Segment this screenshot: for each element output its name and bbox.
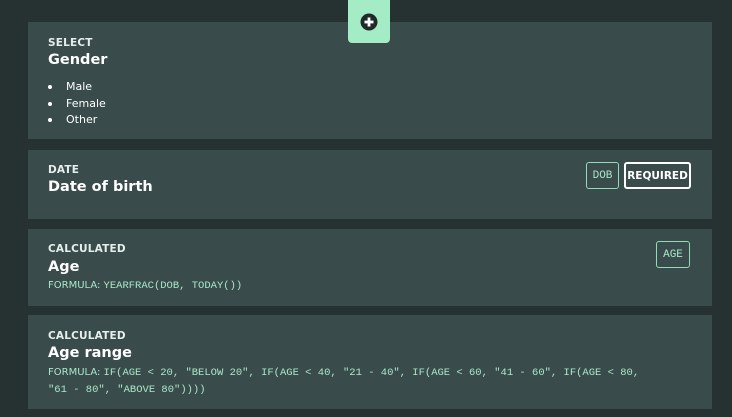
field-card-age-range[interactable]: CALCULATED Age range FORMULA: IF(AGE < 2… (28, 315, 712, 409)
formula-continuation: "61 - 80", "ABOVE 80")))) (48, 381, 206, 399)
option-label: Female (66, 96, 106, 110)
add-field-button[interactable] (348, 0, 390, 43)
field-card-age[interactable]: CALCULATED Age FORMULA: YEARFRAC(DOB, TO… (28, 229, 712, 306)
field-type-label: CALCULATED (48, 330, 126, 342)
formula-prefix: FORMULA: (48, 367, 101, 378)
field-title: Age range (48, 345, 132, 361)
plus-circle-icon (360, 13, 378, 30)
formula: FORMULA: IF(AGE < 20, "BELOW 20", IF(AGE… (48, 364, 639, 382)
formula: FORMULA: YEARFRAC(DOB, TODAY()) (48, 277, 242, 295)
list-item: Male (48, 79, 106, 96)
field-type-label: CALCULATED (48, 243, 126, 255)
field-title: Gender (48, 52, 108, 68)
bullet-icon (48, 85, 52, 90)
list-item: Female (48, 96, 106, 113)
formula-code: "61 - 80", "ABOVE 80")))) (48, 384, 206, 396)
option-list: Male Female Other (48, 79, 106, 129)
variable-badge: DOB (586, 162, 619, 189)
bullet-icon (48, 101, 52, 106)
list-item: Other (48, 112, 106, 129)
field-type-label: SELECT (48, 37, 93, 49)
formula-code: IF(AGE < 20, "BELOW 20", IF(AGE < 40, "2… (103, 367, 640, 379)
field-title: Date of birth (48, 179, 153, 195)
formula-prefix: FORMULA: (48, 280, 101, 291)
required-badge: REQUIRED (624, 162, 691, 189)
field-type-label: DATE (48, 164, 80, 176)
field-card-date-of-birth[interactable]: DATE Date of birth DOB REQUIRED (28, 150, 712, 219)
bullet-icon (48, 118, 52, 123)
variable-badge: AGE (656, 241, 690, 268)
option-label: Male (66, 80, 93, 93)
option-label: Other (66, 113, 98, 126)
field-title: Age (48, 259, 80, 275)
formula-code: YEARFRAC(DOB, TODAY()) (103, 280, 243, 292)
